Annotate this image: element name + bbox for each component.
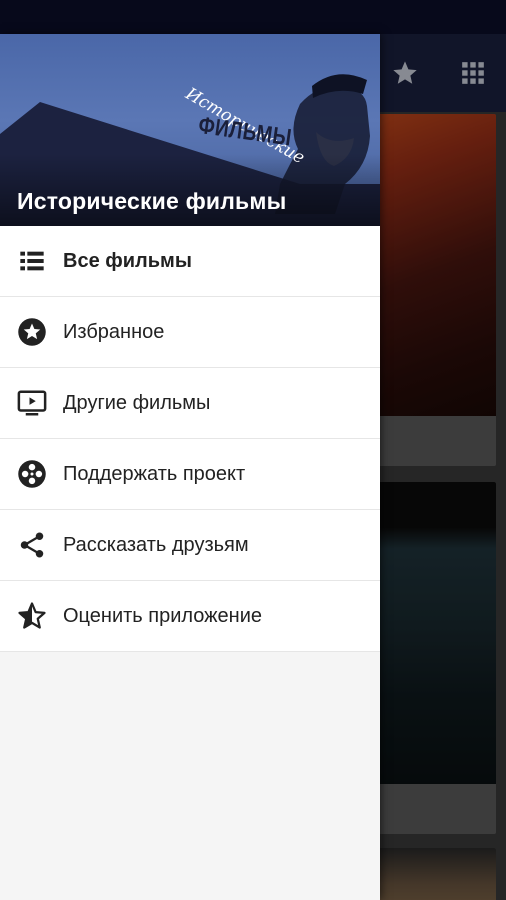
share-icon: [16, 529, 48, 561]
navigation-drawer: Исторические ФИЛЬМЫ Исторические фильмы …: [0, 34, 380, 900]
menu-item-label: Все фильмы: [63, 249, 192, 272]
menu-item-all-films[interactable]: Все фильмы: [0, 226, 380, 297]
drawer-header: Исторические ФИЛЬМЫ Исторические фильмы: [0, 34, 380, 226]
list-icon: [16, 245, 48, 277]
menu-item-support[interactable]: Поддержать проект: [0, 439, 380, 510]
film-reel-icon: [16, 458, 48, 490]
menu-item-label: Оценить приложение: [63, 604, 263, 627]
menu-item-favorites[interactable]: Избранное: [0, 297, 380, 368]
menu-item-share[interactable]: Рассказать друзьям: [0, 510, 380, 581]
screen: Исторические ФИЛЬМЫ Исторические фильмы …: [0, 0, 506, 900]
menu-item-rate-app[interactable]: Оценить приложение: [0, 581, 380, 652]
tv-play-icon: [16, 387, 48, 419]
star-badge-icon: [16, 316, 48, 348]
star-outline-icon: [16, 600, 48, 632]
menu-item-label: Избранное: [63, 320, 165, 343]
menu-item-other-films[interactable]: Другие фильмы: [0, 368, 380, 439]
drawer-menu: Все фильмы Избранное Другие фильмы Подде…: [0, 226, 380, 652]
menu-item-label: Рассказать друзьям: [63, 533, 249, 556]
menu-item-label: Поддержать проект: [63, 462, 246, 485]
drawer-title: Исторические фильмы: [17, 188, 287, 214]
menu-item-label: Другие фильмы: [63, 391, 211, 414]
